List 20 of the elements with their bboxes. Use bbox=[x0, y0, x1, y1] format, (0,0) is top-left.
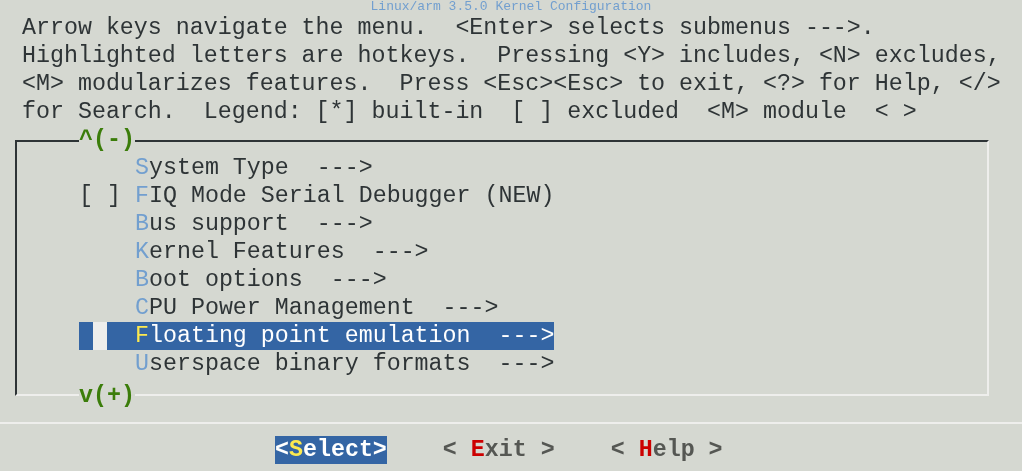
dialog-button[interactable]: < Exit > bbox=[442, 436, 555, 464]
menu-item[interactable]: Bus support ---> bbox=[79, 210, 373, 238]
menu-item[interactable]: Floating point emulation ---> bbox=[79, 322, 555, 350]
menu-item[interactable]: CPU Power Management ---> bbox=[79, 294, 499, 322]
text-cursor bbox=[93, 322, 107, 350]
menu-item[interactable]: System Type ---> bbox=[79, 154, 373, 182]
help-text: <M> modularizes features. Press <Esc><Esc> to exit, <?> for Help, </> bbox=[22, 71, 1001, 97]
help-text: for Search. Legend: [*] built-in [ ] excluded <M> module < > bbox=[22, 99, 917, 125]
menu-item[interactable]: Kernel Features ---> bbox=[79, 238, 429, 266]
menu-item[interactable]: [ ] FIQ Mode Serial Debugger (NEW) bbox=[79, 182, 555, 210]
window-title: Linux/arm 3.5.0 Kernel Configuration bbox=[370, 0, 652, 14]
scroll-up-indicator[interactable]: ^(-) bbox=[79, 126, 135, 154]
scroll-down-indicator[interactable]: v(+) bbox=[79, 382, 135, 410]
help-text: Highlighted letters are hotkeys. Pressing <Y> includes, <N> excludes, bbox=[22, 43, 1001, 69]
menu-item[interactable]: Userspace binary formats ---> bbox=[79, 350, 555, 378]
menu-item[interactable]: Boot options ---> bbox=[79, 266, 387, 294]
dialog-button[interactable]: < Help > bbox=[610, 436, 723, 464]
checkbox[interactable]: [ ] bbox=[79, 182, 121, 210]
help-text: Arrow keys navigate the menu. <Enter> selects submenus --->. bbox=[22, 15, 875, 41]
dialog-button[interactable]: <Select> bbox=[275, 436, 387, 464]
